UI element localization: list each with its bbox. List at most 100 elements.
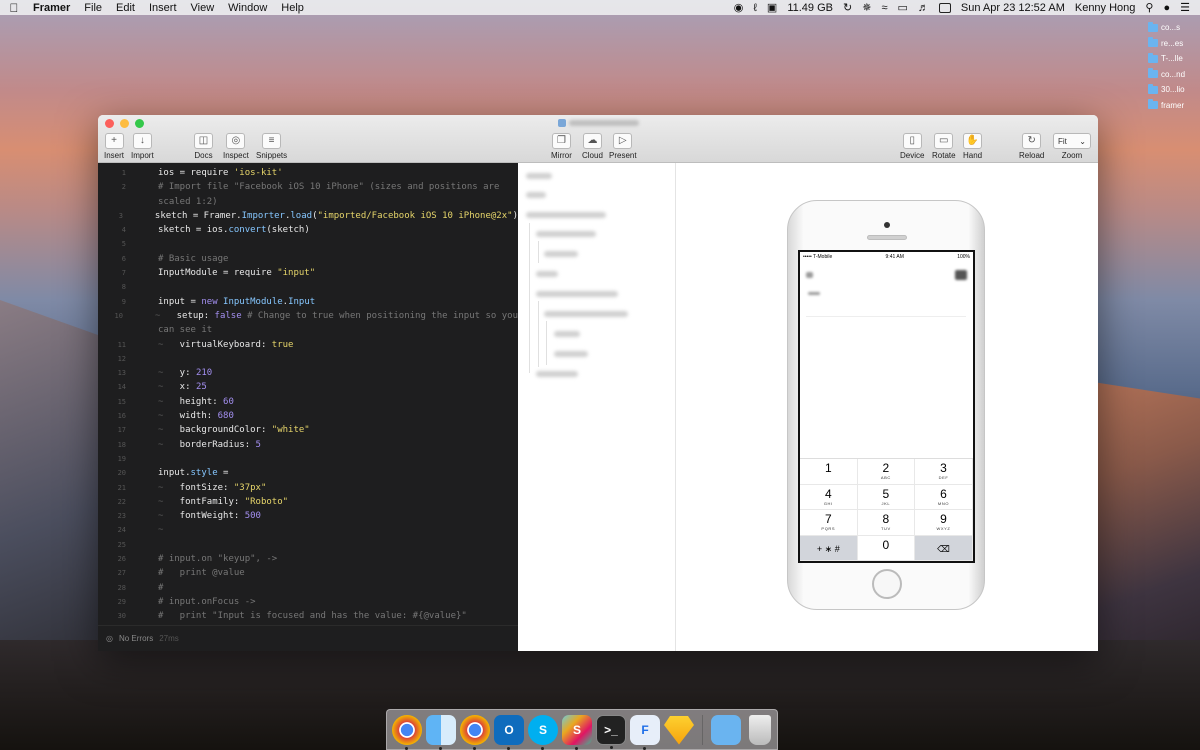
import-button[interactable]: ↓ Import [131,133,154,160]
code-line: 19 [117,454,126,463]
clock[interactable]: Sun Apr 23 12:52 AM [961,2,1065,14]
mirror-button[interactable]: ❐ Mirror [551,133,572,160]
outlook-icon[interactable]: O [494,714,524,750]
home-button[interactable] [872,569,902,599]
bluetooth-icon[interactable]: ✵ [862,1,871,14]
docs-label: Docs [194,151,213,160]
layer-item[interactable] [536,271,558,277]
airplay-icon[interactable]: ▭ [897,1,907,14]
keypad-key[interactable]: 9 WXYZ [915,510,973,536]
download-icon: ↓ [132,133,152,149]
layer-item[interactable] [536,231,596,237]
keypad-key[interactable]: 4 GHI [800,484,858,510]
notifications-icon[interactable]: ☰ [1180,1,1190,14]
desktop-file[interactable]: co...s [1148,20,1194,36]
siri-icon[interactable]: ● [1163,2,1170,14]
header-icon-blurred[interactable] [955,270,967,280]
insert-button[interactable]: + Insert [104,133,124,160]
layer-item[interactable] [544,311,628,317]
layer-item[interactable] [526,192,546,198]
terminal-icon[interactable]: >_ [596,714,626,749]
keypad-key[interactable]: ⌫ [915,535,973,561]
code-area[interactable]: 1 ios = require 'ios-kit' 2 # Import file … [98,163,519,625]
menu-insert[interactable]: Insert [149,2,186,14]
running-indicator [575,746,578,750]
keypad-key[interactable]: 0 [857,535,916,561]
running-indicator [643,746,646,750]
code-line: 8 [121,283,126,292]
layer-item[interactable] [544,251,578,257]
menu-edit[interactable]: Edit [116,2,144,14]
sync-icon[interactable]: ↻ [843,1,852,14]
layer-item[interactable] [536,291,618,297]
keypad-key[interactable]: + ∗ # [800,535,858,561]
snippets-button[interactable]: ≡ Snippets [256,133,287,160]
cloud-button[interactable]: ☁ Cloud [582,133,603,160]
key-digit: 8 [882,512,890,526]
folder-icon[interactable] [711,714,741,745]
menu-file[interactable]: File [84,2,111,14]
framer-icon[interactable]: F [630,714,660,750]
back-button-blurred[interactable] [806,272,813,278]
reload-button[interactable]: ↻ Reload [1019,133,1044,160]
keypad-key[interactable]: 1 [800,459,858,485]
search-icon[interactable]: ⚲ [1145,1,1153,14]
sketch-icon[interactable] [664,716,694,745]
present-button[interactable]: ▷ Present [609,133,637,160]
user-name[interactable]: Kenny Hong [1075,2,1136,14]
layer-item[interactable] [554,331,580,337]
chrome-icon[interactable] [392,714,422,750]
desktop-file[interactable]: framer [1148,98,1194,114]
keypad-key[interactable]: 8 TUV [857,510,916,536]
palette-icon[interactable]: ◉ [734,1,744,14]
inspect-label: Inspect [223,151,249,160]
keypad-key[interactable]: 2 ABC [857,459,916,485]
memory-icon[interactable]: ▣ [767,1,777,14]
keypad-key[interactable]: 6 MNO [915,484,973,510]
skype-icon[interactable]: S [528,714,558,750]
finder-icon[interactable] [426,714,456,750]
zoom-control[interactable]: Fit ⌄ Zoom [1053,133,1091,160]
menu-window[interactable]: Window [228,2,276,14]
keypad-key[interactable]: 7 PQRS [800,510,858,536]
menu-help[interactable]: Help [281,2,313,14]
chrome-icon[interactable] [460,714,490,750]
code-line: 18 ~ borderRadius: 5 [117,439,261,450]
layer-item[interactable] [536,371,578,377]
zoom-select[interactable]: Fit ⌄ [1053,133,1091,149]
apple-icon[interactable]:  [0,1,28,15]
memory-readout[interactable]: 11.49 GB [787,2,833,14]
keypad-key[interactable]: 5 JKL [857,484,916,510]
signature-icon[interactable]: ℓ [753,2,757,14]
hand-button[interactable]: ✋ Hand [963,133,982,160]
code-line: 23 ~ fontWeight: 500 [117,511,261,522]
code-line: 16 ~ width: 680 [117,411,234,422]
code-line: 25 [117,540,126,549]
desktop-file[interactable]: co...nd [1148,67,1194,83]
device-button[interactable]: ▯ Device [900,133,924,160]
menu-app-name[interactable]: Framer [33,2,79,14]
wifi-icon[interactable]: ≈ [881,2,887,14]
layers-panel[interactable] [518,163,676,651]
cloud-label: Cloud [582,151,603,160]
dock: O S S >_ F [386,709,778,750]
code-editor[interactable]: 1 ios = require 'ios-kit' 2 # Import file … [98,163,518,651]
docs-button[interactable]: ◫ Docs [194,133,213,160]
desktop-file[interactable]: re...es [1148,36,1194,52]
rotate-button[interactable]: ▭ Rotate [932,133,956,160]
code-line: 12 [117,354,126,363]
keypad-key[interactable]: 3 DEF [915,459,973,485]
preview-pane[interactable]: ••••• T-Mobile 9:41 AM 100% 1 2 ABC 3 DEF 4 GH… [676,163,1098,651]
inspect-button[interactable]: ◎ Inspect [223,133,249,160]
layer-item[interactable] [554,351,588,357]
battery-icon[interactable] [938,2,951,13]
layer-item[interactable] [526,173,552,179]
desktop-file[interactable]: T-...lle [1148,51,1194,67]
layer-item[interactable] [526,212,606,218]
desktop-file[interactable]: 30...lio [1148,82,1194,98]
volume-icon[interactable]: ♬ [918,2,929,14]
slack-icon[interactable]: S [562,714,592,750]
device-screen[interactable]: ••••• T-Mobile 9:41 AM 100% 1 2 ABC 3 DEF 4 GH… [798,250,975,563]
trash-icon[interactable] [749,714,771,745]
menu-view[interactable]: View [191,2,224,14]
